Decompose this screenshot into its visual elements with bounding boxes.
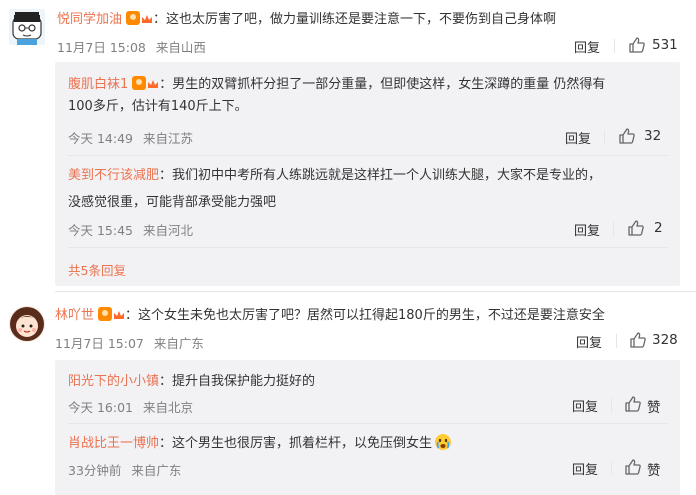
reply-time: 今天 15:45 [68,223,133,238]
like-count: 2 [654,220,663,236]
reply-location: 来自河北 [142,223,193,238]
like-label[interactable]: 赞 [647,396,661,416]
reply-button[interactable]: 回复 [576,332,602,351]
thumbs-up-icon[interactable] [628,36,646,54]
reply-text-continued: 没感觉很重，可能背部承受能力强吧 [68,195,277,210]
like-count: 32 [644,128,662,144]
thumbs-up-icon[interactable] [629,331,647,349]
avatar[interactable] [9,9,45,45]
thumbs-up-icon[interactable] [627,219,645,237]
crown-icon [114,311,125,319]
fan-badge-icon [98,307,113,321]
reply-time: 33分钟前 [68,463,122,478]
crying-face-emoji [435,434,452,450]
reply-button[interactable]: 回复 [574,220,600,239]
thumbs-up-icon[interactable] [624,395,642,413]
comment-divider [55,291,696,292]
reply-time: 今天 14:49 [68,131,133,146]
thumbs-up-icon[interactable] [624,458,642,476]
more-replies-link[interactable]: 共5条回复 [68,260,126,279]
reply-meta: 今天 14:49 来自江苏 [68,128,193,147]
reply-username[interactable]: 美到不行该减肥 [68,168,159,183]
crown-icon [148,80,159,88]
comment-location: 来自山西 [155,40,206,55]
action-separator [613,222,614,236]
reply-item: 阳光下的小小镇：提升自我保护能力挺好的 [68,369,315,393]
reply-button[interactable]: 回复 [565,128,591,147]
crown-icon [142,15,153,23]
reply-text-continued: 100多斤，估计有140斤上下。 [68,99,248,114]
reply-meta: 今天 15:45 来自河北 [68,220,193,239]
reply-divider [68,247,668,248]
reply-meta: 33分钟前 来自广东 [68,460,181,479]
reply-item: 美到不行该减肥：我们初中中考所有人练跳远就是这样扛一个人训练大腿，大家不是专业的… [68,163,668,214]
reply-text: ：我们初中中考所有人练跳远就是这样扛一个人训练大腿，大家不是专业的， [159,168,602,183]
action-separator [611,398,612,412]
comment-meta: 11月7日 15:08 来自山西 [57,37,206,56]
comment-time: 11月7日 15:08 [57,40,146,55]
action-separator [604,130,605,144]
reply-location: 来自广东 [131,463,182,478]
reply-username[interactable]: 肖战比王一博帅 [68,436,159,451]
reply-button[interactable]: 回复 [572,396,598,415]
reply-text: ：男生的双臂抓杆分担了一部分重量，但即使这样，女生深蹲的重量 仍然得有 [159,77,606,92]
reply-location: 来自北京 [142,400,193,415]
comment-time: 11月7日 15:07 [55,336,144,351]
comment-location: 来自广东 [153,336,204,351]
reply-meta: 今天 16:01 来自北京 [68,397,193,416]
reply-item: 腹肌白袜1 ：男生的双臂抓杆分担了一部分重量，但即使这样，女生深蹲的重量 仍然得有… [68,72,668,118]
avatar[interactable] [9,306,45,342]
reply-divider [68,423,668,424]
comment-header: 林吖世 ：这个女生未免也太厉害了吧？居然可以扛得起180斤的男生，不过还是要注意安… [55,303,605,327]
comment-username[interactable]: 悦同学加油 [57,12,122,27]
reply-location: 来自江苏 [142,131,193,146]
comment-meta: 11月7日 15:07 来自广东 [55,333,204,352]
reply-time: 今天 16:01 [68,400,133,415]
reply-text: ：提升自我保护能力挺好的 [159,374,316,389]
reply-username[interactable]: 阳光下的小小镇 [68,374,159,389]
action-separator [611,461,612,475]
thumbs-up-icon[interactable] [618,127,636,145]
like-label[interactable]: 赞 [647,459,661,479]
reply-button[interactable]: 回复 [574,37,600,56]
action-separator [616,334,617,348]
comment-text: ：这个女生未免也太厉害了吧？居然可以扛得起180斤的男生，不过还是要注意安全 [125,308,605,323]
action-separator [614,39,615,53]
reply-item: 肖战比王一博帅：这个男生也很厉害，抓着栏杆，以免压倒女生 [68,431,452,455]
reply-button[interactable]: 回复 [572,459,598,478]
fan-badge-icon [126,11,141,25]
reply-username[interactable]: 腹肌白袜1 [68,77,128,92]
like-count: 531 [652,37,678,53]
comment-header: 悦同学加油 ：这也太厉害了吧，做力量训练还是要注意一下，不要伤到自己身体啊 [57,7,556,31]
comment-text: ：这也太厉害了吧，做力量训练还是要注意一下，不要伤到自己身体啊 [153,12,557,27]
like-count: 328 [652,332,678,348]
reply-text: ：这个男生也很厉害，抓着栏杆，以免压倒女生 [159,436,433,451]
reply-divider [68,155,668,156]
fan-badge-icon [132,76,147,90]
comment-username[interactable]: 林吖世 [55,308,94,323]
